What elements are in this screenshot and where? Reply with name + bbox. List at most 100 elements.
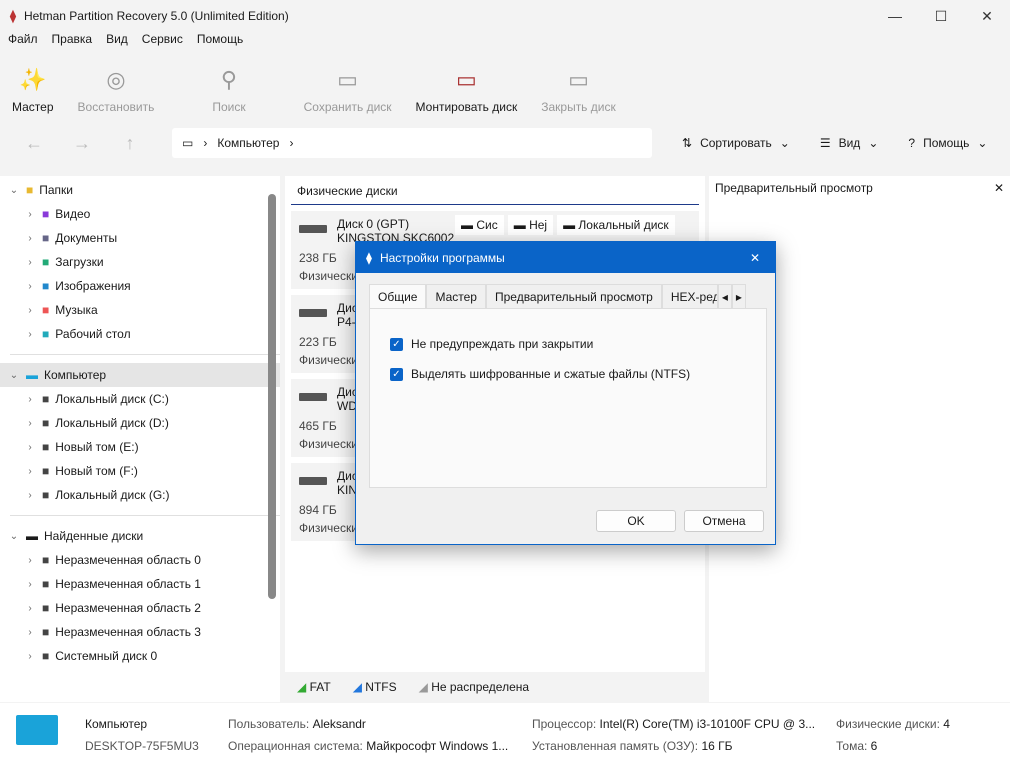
partition-tile[interactable]: ▬ Сис (455, 215, 504, 235)
drive-icon: ■ (42, 440, 49, 454)
mount-disk-button[interactable]: ▭Монтировать диск (404, 66, 530, 114)
computer-icon (16, 715, 58, 745)
tree-folder-item[interactable]: ›■Рабочий стол (0, 322, 280, 346)
menu-view[interactable]: Вид (106, 32, 128, 50)
tree-drive-item[interactable]: ›■Локальный диск (C:) (0, 387, 280, 411)
minimize-button[interactable]: — (872, 0, 918, 32)
tree-found-item[interactable]: ›■Неразмеченная область 1 (0, 572, 280, 596)
partition-tile[interactable]: ▬ Локальный диск (557, 215, 675, 235)
chevron-right-icon: › (289, 136, 293, 150)
chevron-right-icon: › (24, 603, 36, 614)
chevron-right-icon: › (24, 394, 36, 405)
tree-folder-item[interactable]: ›■Изображения (0, 274, 280, 298)
chevron-right-icon: › (24, 233, 36, 244)
forward-button[interactable]: → (58, 133, 106, 154)
maximize-button[interactable]: ☐ (918, 0, 964, 32)
close-preview-button[interactable]: ✕ (994, 181, 1004, 195)
drive-icon: ■ (42, 392, 49, 406)
tab-hex[interactable]: HEX-редак (662, 284, 718, 308)
chevron-right-icon: › (24, 579, 36, 590)
cancel-button[interactable]: Отмена (684, 510, 764, 532)
folder-icon: ■ (42, 303, 49, 317)
dialog-title: Настройки программы (380, 251, 505, 265)
dialog-close-button[interactable]: ✕ (735, 251, 775, 265)
highlight-encrypted-checkbox[interactable]: ✓Выделять шифрованные и сжатые файлы (NT… (390, 367, 766, 381)
tree-drive-item[interactable]: ›■Локальный диск (G:) (0, 483, 280, 507)
search-button[interactable]: ⚲Поиск (200, 66, 257, 114)
menu-file[interactable]: Файл (8, 32, 38, 50)
disk-icon: ▭ (334, 66, 362, 94)
tree-scrollbar[interactable] (268, 180, 276, 690)
sort-button[interactable]: ⇅Сортировать⌄ (682, 136, 790, 150)
help-button[interactable]: ?Помощь⌄ (908, 136, 987, 150)
chevron-right-icon: › (24, 281, 36, 292)
save-disk-button[interactable]: ▭Сохранить диск (292, 66, 404, 114)
status-disks: 4 (943, 717, 950, 731)
monitor-icon: ▭ (182, 136, 193, 150)
tree-drive-item[interactable]: ›■Локальный диск (D:) (0, 411, 280, 435)
menu-service[interactable]: Сервис (142, 32, 183, 50)
chevron-down-icon: ⌄ (868, 136, 878, 150)
drive-icon: ■ (42, 464, 49, 478)
tree-found-disks[interactable]: ⌄▬Найденные диски (0, 524, 280, 548)
tree-computer[interactable]: ⌄▬Компьютер (0, 363, 280, 387)
preview-title: Предварительный просмотр (715, 181, 873, 195)
tree-folders[interactable]: ⌄■Папки (0, 178, 280, 202)
close-button[interactable]: ✕ (964, 0, 1010, 32)
tree-found-item[interactable]: ›■Неразмеченная область 3 (0, 620, 280, 644)
tab-preview[interactable]: Предварительный просмотр (486, 284, 662, 308)
view-button[interactable]: ☰Вид⌄ (820, 136, 879, 150)
wizard-button[interactable]: ✨Мастер (0, 66, 66, 114)
chevron-right-icon: › (203, 136, 207, 150)
restore-button[interactable]: ◎Восстановить (66, 66, 167, 114)
partition-tile[interactable]: ▬ Неј (508, 215, 553, 235)
drive-icon: ■ (42, 601, 49, 615)
status-user: Aleksandr (313, 717, 366, 731)
tree-drive-item[interactable]: ›■Новый том (F:) (0, 459, 280, 483)
computer-icon: ▬ (26, 368, 38, 382)
drive-icon: ■ (42, 416, 49, 430)
status-computer: Компьютер (85, 717, 147, 731)
chevron-down-icon: ⌄ (977, 136, 987, 150)
drive-icon: ■ (42, 553, 49, 567)
tab-general[interactable]: Общие (369, 284, 426, 308)
up-button[interactable]: ↑ (106, 133, 154, 154)
tree-folder-item[interactable]: ›■Документы (0, 226, 280, 250)
disk-icon (299, 309, 327, 317)
chevron-right-icon: › (24, 305, 36, 316)
nav-bar: ← → ↑ ▭› Компьютер› ⇅Сортировать⌄ ☰Вид⌄ … (0, 122, 1010, 164)
tree-folder-item[interactable]: ›■Загрузки (0, 250, 280, 274)
tab-wizard[interactable]: Мастер (426, 284, 486, 308)
checkmark-icon: ✓ (390, 368, 403, 381)
tree-found-item[interactable]: ›■Неразмеченная область 0 (0, 548, 280, 572)
tree-drive-item[interactable]: ›■Новый том (E:) (0, 435, 280, 459)
chevron-right-icon: › (24, 257, 36, 268)
tree-folder-item[interactable]: ›■Музыка (0, 298, 280, 322)
ok-button[interactable]: OK (596, 510, 676, 532)
menu-edit[interactable]: Правка (52, 32, 93, 50)
checkmark-icon: ✓ (390, 338, 403, 351)
tab-scroll-left[interactable]: ◂ (718, 284, 732, 308)
tree-folder-item[interactable]: ›■Видео (0, 202, 280, 226)
chevron-right-icon: › (24, 418, 36, 429)
menu-help[interactable]: Помощь (197, 32, 243, 50)
app-logo-icon: ⧫ (10, 9, 16, 23)
chevron-right-icon: › (24, 466, 36, 477)
title-bar: ⧫ Hetman Partition Recovery 5.0 (Unlimit… (0, 0, 1010, 32)
address-computer[interactable]: Компьютер (217, 136, 279, 150)
tab-scroll-right[interactable]: ▸ (732, 284, 746, 308)
help-icon: ? (908, 136, 915, 150)
close-disk-button[interactable]: ▭Закрыть диск (529, 66, 628, 114)
tree-found-item[interactable]: ›■Неразмеченная область 2 (0, 596, 280, 620)
disk-icon (299, 225, 327, 233)
drive-icon: ■ (42, 488, 49, 502)
no-warn-close-checkbox[interactable]: ✓Не предупреждать при закрытии (390, 337, 766, 351)
back-button[interactable]: ← (10, 133, 58, 154)
disk-icon: ▬ (26, 529, 38, 543)
chevron-right-icon: › (24, 627, 36, 638)
address-bar[interactable]: ▭ › Компьютер › (172, 128, 652, 158)
folder-icon: ■ (42, 279, 49, 293)
view-icon: ☰ (820, 136, 831, 150)
tree-found-item[interactable]: ›■Системный диск 0 (0, 644, 280, 668)
disk-name: Диск 0 (GPT) (337, 217, 454, 231)
